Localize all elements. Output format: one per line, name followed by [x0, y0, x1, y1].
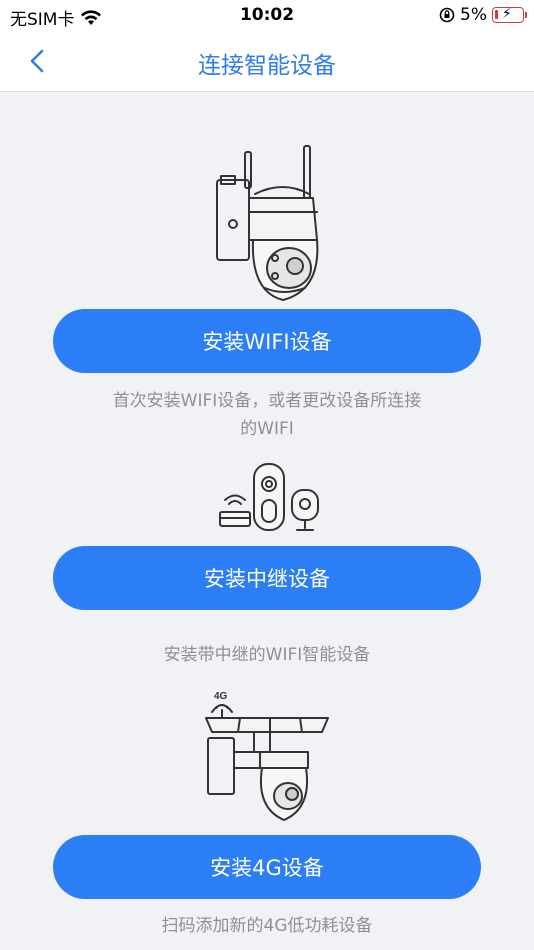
- battery-icon: ⚡: [492, 6, 527, 23]
- page-title: 连接智能设备: [198, 53, 336, 79]
- solar-4g-camera-icon: 4G: [205, 691, 329, 821]
- install-wifi-description: 首次安装WIFI设备，或者更改设备所连接 的WIFI: [112, 391, 422, 439]
- screen: 无SIM卡 10:02 5% ⚡ 连接智能设备 安装WIFI设备 首次安装WIF…: [0, 0, 534, 950]
- install-wifi-device-button[interactable]: 安装WIFI设备: [53, 309, 481, 373]
- 4g-badge: 4G: [214, 691, 228, 702]
- install-4g-device-button[interactable]: 安装4G设备: [53, 835, 481, 899]
- install-repeater-description: 安装带中继的WIFI智能设备: [163, 645, 371, 665]
- repeater-devices-icon: [219, 463, 319, 531]
- battery-percent: 5%: [460, 5, 487, 25]
- install-4g-description: 扫码添加新的4G低功耗设备: [161, 916, 373, 936]
- install-repeater-device-button[interactable]: 安装中继设备: [53, 546, 481, 610]
- nav-bar: 连接智能设备: [0, 32, 534, 92]
- status-bar: 无SIM卡 10:02 5% ⚡: [0, 0, 534, 32]
- ptz-camera-icon: [216, 145, 319, 301]
- orientation-lock-icon: [439, 7, 455, 23]
